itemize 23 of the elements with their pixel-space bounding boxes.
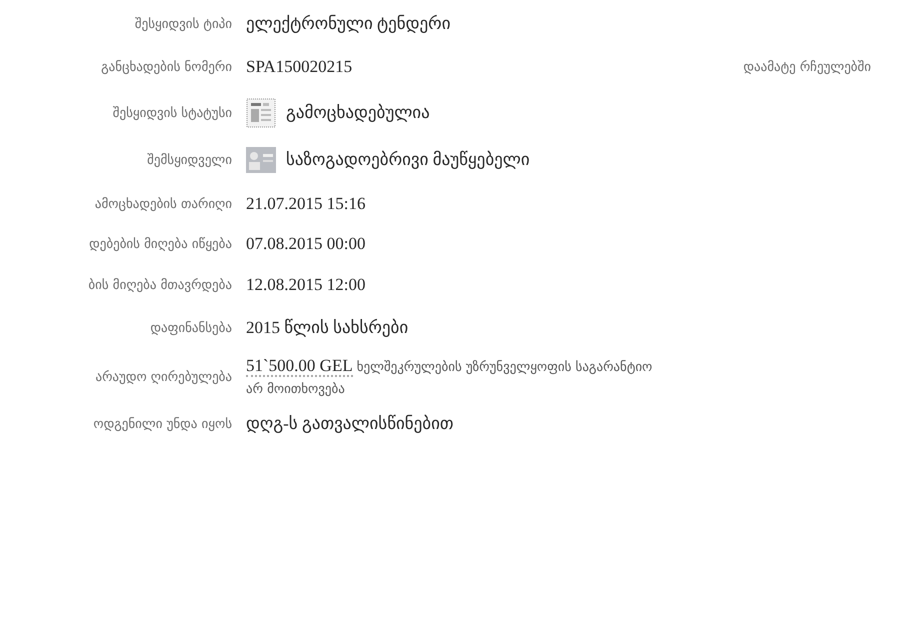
field-value: 07.08.2015 00:00 [246,234,366,254]
field-label: დაფინანსება [150,320,232,336]
field-label: დებების მიღება იწყება [89,236,232,252]
field-value: ელექტრონული ტენდერი [246,14,451,34]
field-value: 12.08.2015 12:00 [246,275,366,295]
amount-text: 51`500.00 GEL ხელშეკრულების უზრუნველყოფის საგარანტიო არ მოითხოვება [246,354,654,398]
field-label: შესყიდვის ტიპი [134,16,232,32]
field-value: SPA150020215 [246,57,352,77]
field-label: განცხადების ნომერი [101,60,232,74]
field-label: არაუდო ღირებულება [95,370,232,384]
field-label: ოდგენილი უნდა იყოს [93,416,232,432]
document-icon [246,98,276,128]
add-to-favorites-link[interactable]: დაამატე რჩეულებში [743,60,871,74]
field-label: შესყიდვის სტატუსი [112,106,232,120]
field-value: დღგ-ს გათვალისწინებით [246,414,454,434]
field-label: შემსყიდველი [147,152,232,168]
buyer-value: საზოგადოებრივი მაუწყებელი [286,150,530,170]
field-value: 21.07.2015 15:16 [246,194,366,214]
field-label: ბის მიღება მთავრდება [88,278,232,292]
id-card-icon [246,147,276,173]
field-value: 2015 წლის სახსრები [246,318,408,338]
status-value: გამოცხადებულია [286,103,430,123]
field-label: ამოცხადების თარიღი [94,196,232,212]
